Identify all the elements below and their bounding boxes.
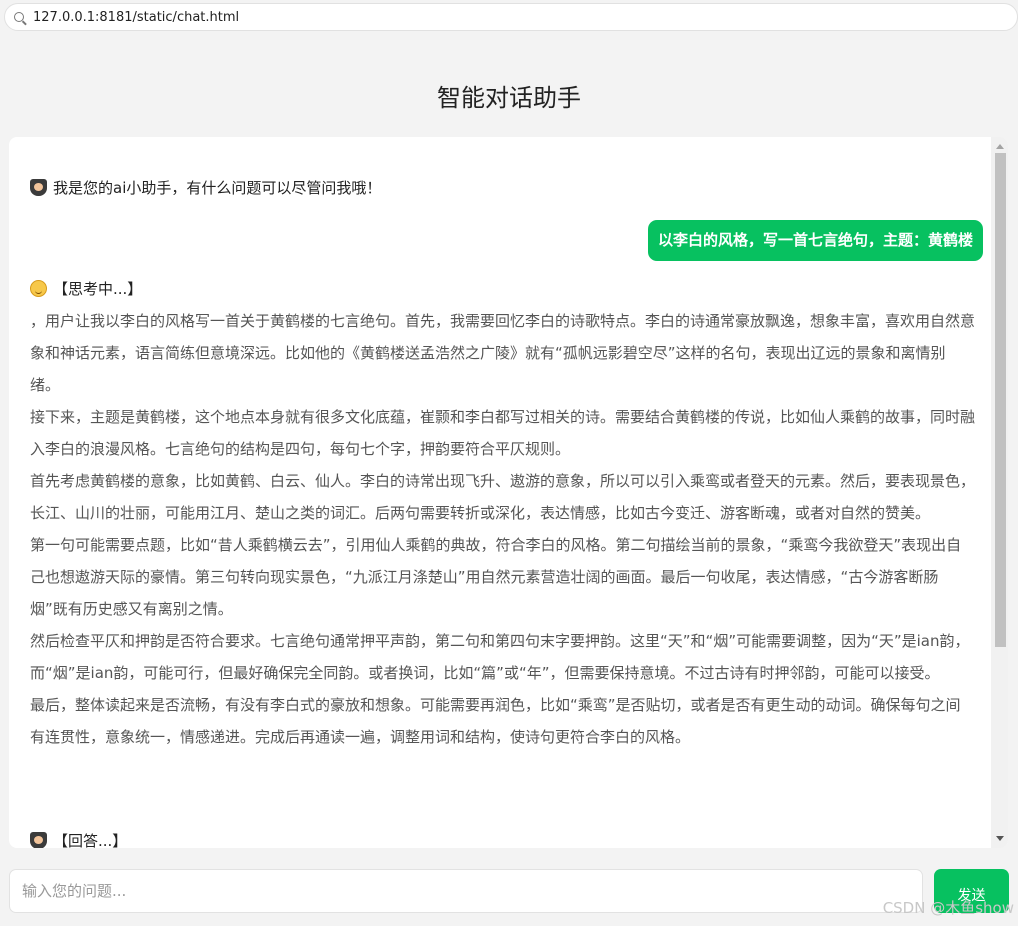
thinking-paragraph: 然后检查平仄和押韵是否符合要求。七言绝句通常押平声韵，第二句和第四句末字要押韵。… xyxy=(30,632,970,682)
question-input[interactable] xyxy=(9,869,923,913)
thinking-paragraph: 最后，整体读起来是否流畅，有没有李白式的豪放和想象。可能需要再润色，比如“乘鸾”… xyxy=(30,696,961,746)
thinking-label: 【思考中...】 xyxy=(53,280,143,298)
smiling-emoji-icon xyxy=(30,280,47,297)
thinking-paragraph: ，用户让我以李白的风格写一首关于黄鹤楼的七言绝句。首先，我需要回忆李白的诗歌特点… xyxy=(30,312,976,394)
thinking-paragraph: 第一句可能需要点题，比如“昔人乘鹤横云去”，引用仙人乘鹤的典故，符合李白的风格。… xyxy=(30,536,962,618)
scroll-down-arrow-icon[interactable] xyxy=(996,836,1004,841)
scroll-up-arrow-icon[interactable] xyxy=(996,144,1004,149)
thinking-content: ，用户让我以李白的风格写一首关于黄鹤楼的七言绝句。首先，我需要回忆李白的诗歌特点… xyxy=(30,305,975,753)
thinking-paragraph: 首先考虑黄鹤楼的意象，比如黄鹤、白云、仙人。李白的诗常出现飞升、遨游的意象，所以… xyxy=(30,472,976,522)
search-icon xyxy=(14,12,24,22)
thinking-header: 【思考中...】 xyxy=(30,278,142,299)
answer-header: 【回答...】 xyxy=(30,830,127,848)
chat-scrollbar[interactable] xyxy=(991,137,1008,848)
thinking-paragraph: 接下来，主题是黄鹤楼，这个地点本身就有很多文化底蕴，崔颢和李白都写过相关的诗。需… xyxy=(30,408,976,458)
bot-greeting-text: 我是您的ai小助手，有什么问题可以尽管问我哦！ xyxy=(53,179,382,197)
user-message: 以李白的风格，写一首七言绝句，主题：黄鹤楼 xyxy=(647,220,983,261)
page-title: 智能对话助手 xyxy=(437,84,581,112)
bot-message: 我是您的ai小助手，有什么问题可以尽管问我哦！ xyxy=(30,177,381,198)
graduate-emoji-icon xyxy=(30,179,47,196)
address-bar[interactable]: 127.0.0.1:8181/static/chat.html xyxy=(4,3,1018,31)
answer-label: 【回答...】 xyxy=(53,832,128,848)
chat-panel[interactable]: 我是您的ai小助手，有什么问题可以尽管问我哦！ 以李白的风格，写一首七言绝句，主… xyxy=(9,137,1008,848)
address-url[interactable]: 127.0.0.1:8181/static/chat.html xyxy=(33,10,239,25)
scrollbar-thumb[interactable] xyxy=(995,153,1006,647)
graduate-emoji-icon xyxy=(30,832,47,848)
watermark: CSDN @木鱼show xyxy=(882,899,1014,917)
